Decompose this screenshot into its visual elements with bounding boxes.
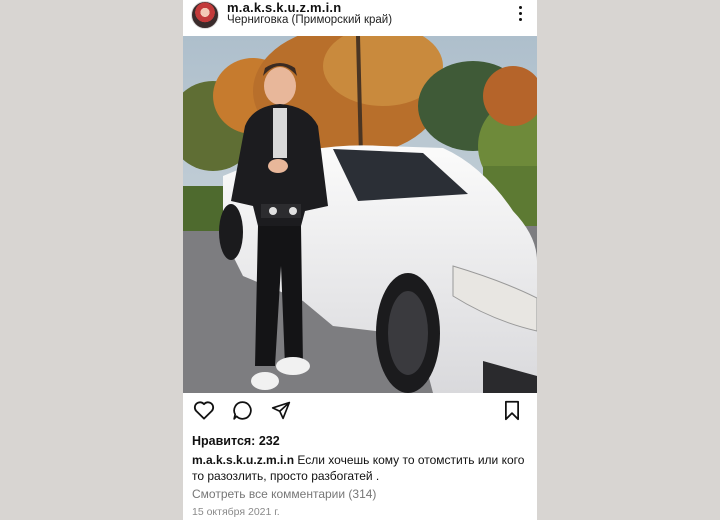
post-header: m.a.k.s.k.u.z.m.i.n Черниговка (Приморск… xyxy=(183,0,537,36)
more-vertical-icon[interactable] xyxy=(517,6,523,22)
post-date: 15 октября 2021 г. xyxy=(192,506,280,518)
post-caption: m.a.k.s.k.u.z.m.i.n Если хочешь кому то … xyxy=(192,452,530,484)
post-photo[interactable] xyxy=(183,36,537,393)
post-location[interactable]: Черниговка (Приморский край) xyxy=(227,14,392,26)
post-username[interactable]: m.a.k.s.k.u.z.m.i.n xyxy=(227,0,341,15)
caption-username[interactable]: m.a.k.s.k.u.z.m.i.n xyxy=(192,453,294,467)
likes-count[interactable]: Нравится: 232 xyxy=(192,434,280,448)
post-actions xyxy=(183,400,537,426)
bookmark-icon[interactable] xyxy=(503,400,521,421)
avatar[interactable] xyxy=(191,1,219,29)
comment-icon[interactable] xyxy=(232,400,253,421)
photo-illustration xyxy=(183,36,537,393)
heart-icon[interactable] xyxy=(193,400,215,420)
instagram-post: m.a.k.s.k.u.z.m.i.n Черниговка (Приморск… xyxy=(183,0,537,520)
share-icon[interactable] xyxy=(271,400,291,420)
view-comments-link[interactable]: Смотреть все комментарии (314) xyxy=(192,487,376,501)
